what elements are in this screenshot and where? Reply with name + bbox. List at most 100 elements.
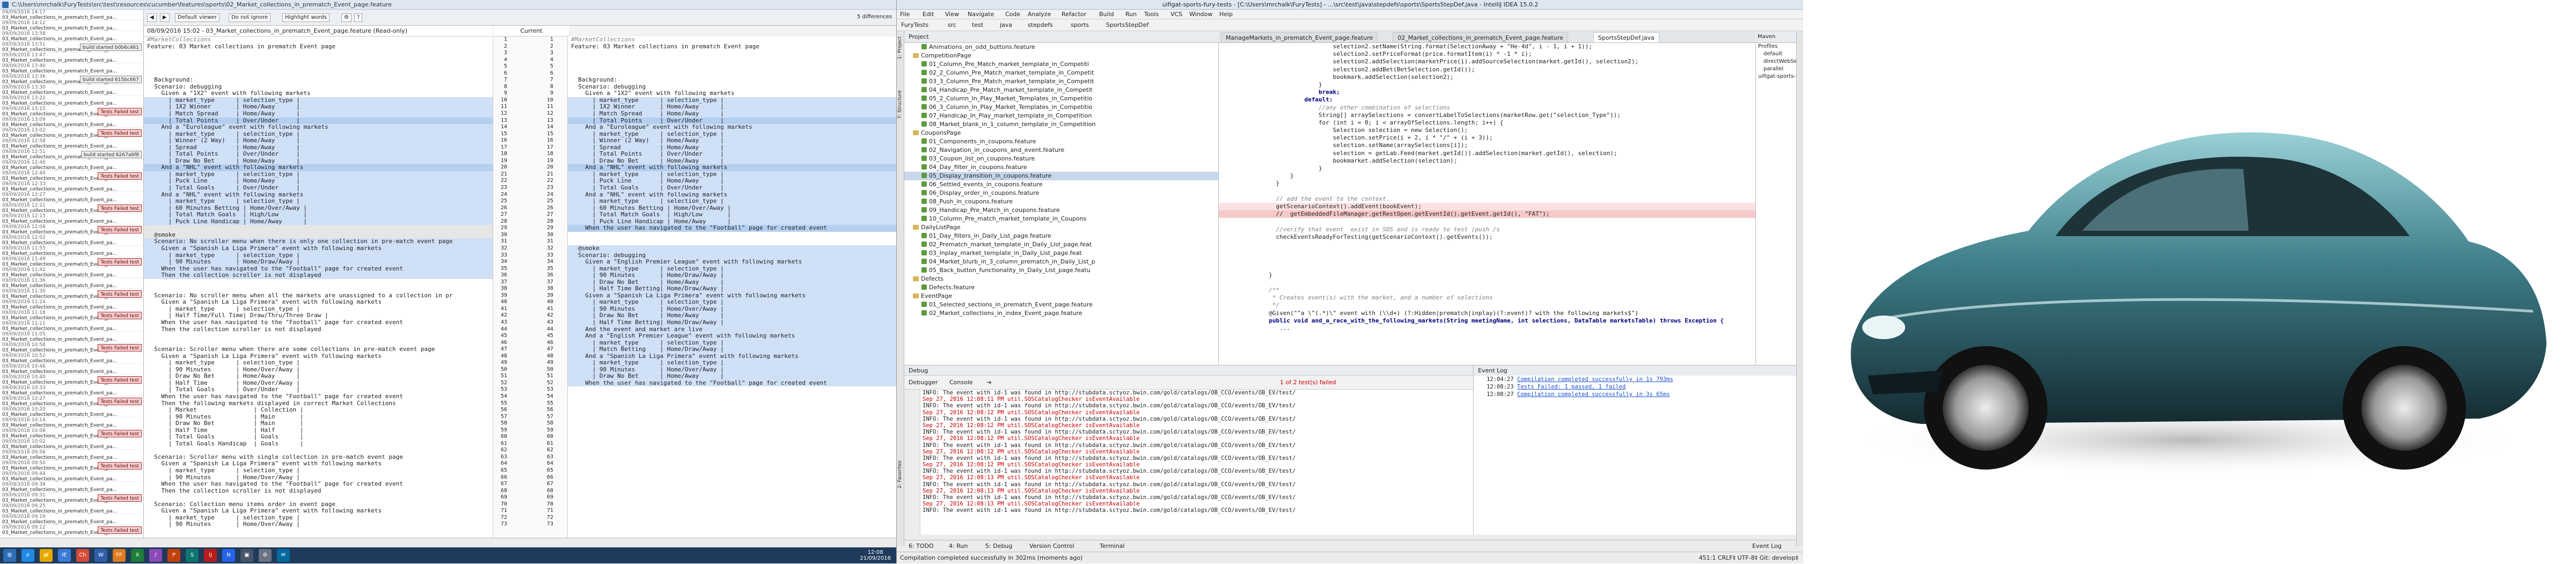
- event-message-link[interactable]: Compilation completed successfully in 3s…: [1517, 391, 1670, 398]
- tree-file[interactable]: 05_2_Column_In_Play_Market_Templates_in_…: [904, 94, 1218, 103]
- history-item[interactable]: 09/09/2016 12:58 03_Market_collections_in…: [0, 138, 143, 149]
- tree-file[interactable]: 09_Handicap_Pre_Match_in_coupons.feature: [904, 206, 1218, 215]
- menu-item-vcs[interactable]: VCS: [1170, 10, 1182, 19]
- tree-file[interactable]: 04_Day_filter_in_coupons.feature: [904, 163, 1218, 172]
- event-message-link[interactable]: Tests Failed: 1 passed, 1 failed: [1517, 384, 1626, 390]
- history-item[interactable]: 09/09/2016 12:27 03_Market_collections_in…: [0, 192, 143, 203]
- history-item[interactable]: 09/09/2016 11:11 03_Market_collections_in…: [0, 321, 143, 332]
- menu-item-window[interactable]: Window: [1189, 10, 1212, 19]
- tree-folder[interactable]: Defects: [904, 275, 1218, 283]
- tree-file[interactable]: 08_Market_blank_in_1_column_template_in_…: [904, 120, 1218, 129]
- highlight-select[interactable]: Highlight words: [282, 13, 330, 22]
- history-item[interactable]: 09/09/2016 12:46 03_Market_collections_in…: [0, 160, 143, 171]
- event-message-link[interactable]: Compilation completed successfully in 1s…: [1517, 376, 1673, 383]
- history-item[interactable]: 09/09/2016 11:05 03_Market_collections_in…: [0, 332, 143, 342]
- history-item[interactable]: 09/09/2016 11:30 03_Market_collections_in…: [0, 289, 143, 299]
- history-list[interactable]: 09/09/2016 14:17 03_Market_collections_in…: [0, 10, 144, 538]
- tree-file[interactable]: Animations_on_odd_buttons.feature: [904, 43, 1218, 52]
- tree-folder[interactable]: CompetitionPage: [904, 52, 1218, 60]
- maven-panel[interactable]: Profiles default directWebServices parallel…: [1755, 43, 1818, 365]
- tree-file[interactable]: 03_3_Column_Pre_Match_market_template_in…: [904, 77, 1218, 86]
- taskbar-app-icon[interactable]: ⚙: [259, 549, 272, 562]
- menu-item-refactor[interactable]: Refactor: [1062, 10, 1086, 19]
- code-editor[interactable]: selection2.setName(String.format(Selecti…: [1219, 43, 1755, 365]
- menu-item-code[interactable]: Code: [1005, 10, 1020, 19]
- tool-tab-project[interactable]: 1: Project: [897, 36, 904, 59]
- menu-item-help[interactable]: Help: [1219, 10, 1233, 19]
- taskbar-app-icon[interactable]: X: [131, 549, 144, 562]
- history-item[interactable]: 09/09/2016 11:18 03_Market_collections_in…: [0, 310, 143, 321]
- help-icon[interactable]: ?: [354, 13, 363, 22]
- history-item[interactable]: 09/09/2016 13:51 03_Market_collections_in…: [0, 42, 143, 53]
- maven-item[interactable]: parallel: [1756, 65, 1796, 73]
- maven-item[interactable]: Profiles: [1756, 43, 1796, 50]
- tree-file[interactable]: 03_Coupon_list_on_coupons.feature: [904, 155, 1218, 163]
- history-item[interactable]: 09/09/2016 11:49 03_Market_collections_in…: [0, 257, 143, 267]
- taskbar-app-icon[interactable]: e: [21, 549, 34, 562]
- breadcrumb-item[interactable]: src: [948, 21, 956, 29]
- history-item[interactable]: 09/09/2016 12:15 03_Market_collections_in…: [0, 214, 143, 224]
- tool-window-tab[interactable]: Terminal: [1100, 542, 1125, 551]
- tool-window-tab[interactable]: 6: TODO: [909, 542, 934, 551]
- breadcrumb-item[interactable]: test: [972, 21, 983, 29]
- debug-tab[interactable]: Debugger: [909, 378, 938, 387]
- right-code-pane[interactable]: #MarketCollections Feature: 03 Market col…: [568, 36, 896, 538]
- breadcrumb-item[interactable]: sports: [1071, 21, 1089, 29]
- taskbar-app-icon[interactable]: S: [186, 549, 199, 562]
- history-item[interactable]: 09/09/2016 10:14 03_Market_collections_in…: [0, 417, 143, 428]
- history-item[interactable]: 09/09/2016 09:12 03_Market_collections_in…: [0, 525, 143, 536]
- tree-file[interactable]: 05_Back_button_functionality_in_Daily_Li…: [904, 266, 1218, 275]
- history-item[interactable]: 09/09/2016 10:20 03_Market_collections_in…: [0, 407, 143, 417]
- history-item[interactable]: 09/09/2016 10:46 03_Market_collections_in…: [0, 364, 143, 375]
- maven-item[interactable]: uifigat-sports-fury-test: [1756, 73, 1818, 80]
- history-item[interactable]: 09/09/2016 11:42 03_Market_collections_in…: [0, 267, 143, 278]
- tree-file[interactable]: 07_Handicap_In_Play_market_template_in_C…: [904, 112, 1218, 120]
- history-item[interactable]: 09/09/2016 10:08 03_Market_collections_in…: [0, 428, 143, 439]
- taskbar-clock[interactable]: 12:08 21/09/2016: [860, 550, 891, 561]
- tree-file[interactable]: 04_Market_blurb_in_3_column_prematch_in_…: [904, 258, 1218, 266]
- history-item[interactable]: 09/09/2016 13:15 03_Market_collections_in…: [0, 106, 143, 117]
- next-diff-button[interactable]: ▶: [160, 13, 170, 22]
- menu-item-tools[interactable]: Tools: [1144, 10, 1159, 19]
- tree-file[interactable]: 02_2_Column_Pre_Match_market_template_in…: [904, 69, 1218, 77]
- debug-tab[interactable]: Console: [949, 378, 973, 387]
- history-item[interactable]: 09/09/2016 11:24 03_Market_collections_in…: [0, 299, 143, 310]
- breadcrumb-item[interactable]: SportsStepDef: [1106, 21, 1148, 29]
- history-item[interactable]: 09/09/2016 13:30 03_Market_collections_in…: [0, 85, 143, 96]
- history-item[interactable]: 09/09/2016 09:25 03_Market_collections_in…: [0, 503, 143, 514]
- tree-file[interactable]: 06_Settled_events_in_coupons.feature: [904, 180, 1218, 189]
- history-item[interactable]: 09/09/2016 12:21 03_Market_collections_in…: [0, 203, 143, 214]
- history-item[interactable]: 09/09/2016 09:56 03_Market_collections_in…: [0, 450, 143, 460]
- taskbar-app-icon[interactable]: FF: [113, 549, 126, 562]
- maven-item[interactable]: default: [1756, 50, 1796, 58]
- maven-item[interactable]: directWebServices: [1756, 58, 1813, 65]
- history-item[interactable]: 09/09/2016 12:02 03_Market_collections_in…: [0, 235, 143, 246]
- editor-tab[interactable]: ManageMarkets_in_prematch_Event_page.fea…: [1221, 32, 1378, 42]
- history-item[interactable]: 09/09/2016 14:17 03_Market_collections_in…: [0, 10, 143, 20]
- history-item[interactable]: 09/09/2016 14:12 03_Market_collections_in…: [0, 20, 143, 31]
- tree-file[interactable]: 02_Prematch_market_template_in_Daily_Lis…: [904, 240, 1218, 249]
- history-item[interactable]: 09/09/2016 09:50 03_Market_collections_in…: [0, 460, 143, 471]
- tree-file[interactable]: 02_Navigation_in_coupons_and_event.featu…: [904, 146, 1218, 155]
- history-item[interactable]: 09/09/2016 10:52 03_Market_collections_in…: [0, 353, 143, 364]
- taskbar-app-icon[interactable]: Ch: [76, 549, 89, 562]
- event-log[interactable]: 12:04:27 Compilation completed successfu…: [1473, 376, 1796, 534]
- tool-tab-structure[interactable]: 7: Structure: [897, 90, 904, 119]
- menu-item-edit[interactable]: Edit: [923, 10, 934, 19]
- tree-file[interactable]: 02_Market_collections_in_index_Event_pag…: [904, 309, 1218, 318]
- history-item[interactable]: 09/09/2016 13:47 03_Market_collections_in…: [0, 53, 143, 63]
- menu-item-build[interactable]: Build: [1099, 10, 1114, 19]
- menu-item-file[interactable]: File: [900, 10, 910, 19]
- history-item[interactable]: 09/09/2016 13:02 03_Market_collections_in…: [0, 128, 143, 138]
- tree-file[interactable]: 08_Push_in_coupons.feature: [904, 197, 1218, 206]
- debug-console[interactable]: INFO: The event with id-1 was found in h…: [920, 390, 1473, 534]
- breadcrumb-item[interactable]: java: [1000, 21, 1012, 29]
- history-item[interactable]: 09/09/2016 12:51 03_Market_collections_in…: [0, 149, 143, 160]
- taskbar-app-icon[interactable]: N: [222, 549, 235, 562]
- history-item[interactable]: 09/09/2016 13:22 03_Market_collections_in…: [0, 96, 143, 106]
- ignore-select[interactable]: Do not ignore: [229, 13, 271, 22]
- menu-item-run[interactable]: Run: [1125, 10, 1137, 19]
- history-item[interactable]: 09/09/2016 10:02 03_Market_collections_in…: [0, 439, 143, 450]
- debug-tab[interactable]: ⇥: [986, 378, 991, 387]
- history-item[interactable]: 09/09/2016 11:36 03_Market_collections_in…: [0, 278, 143, 289]
